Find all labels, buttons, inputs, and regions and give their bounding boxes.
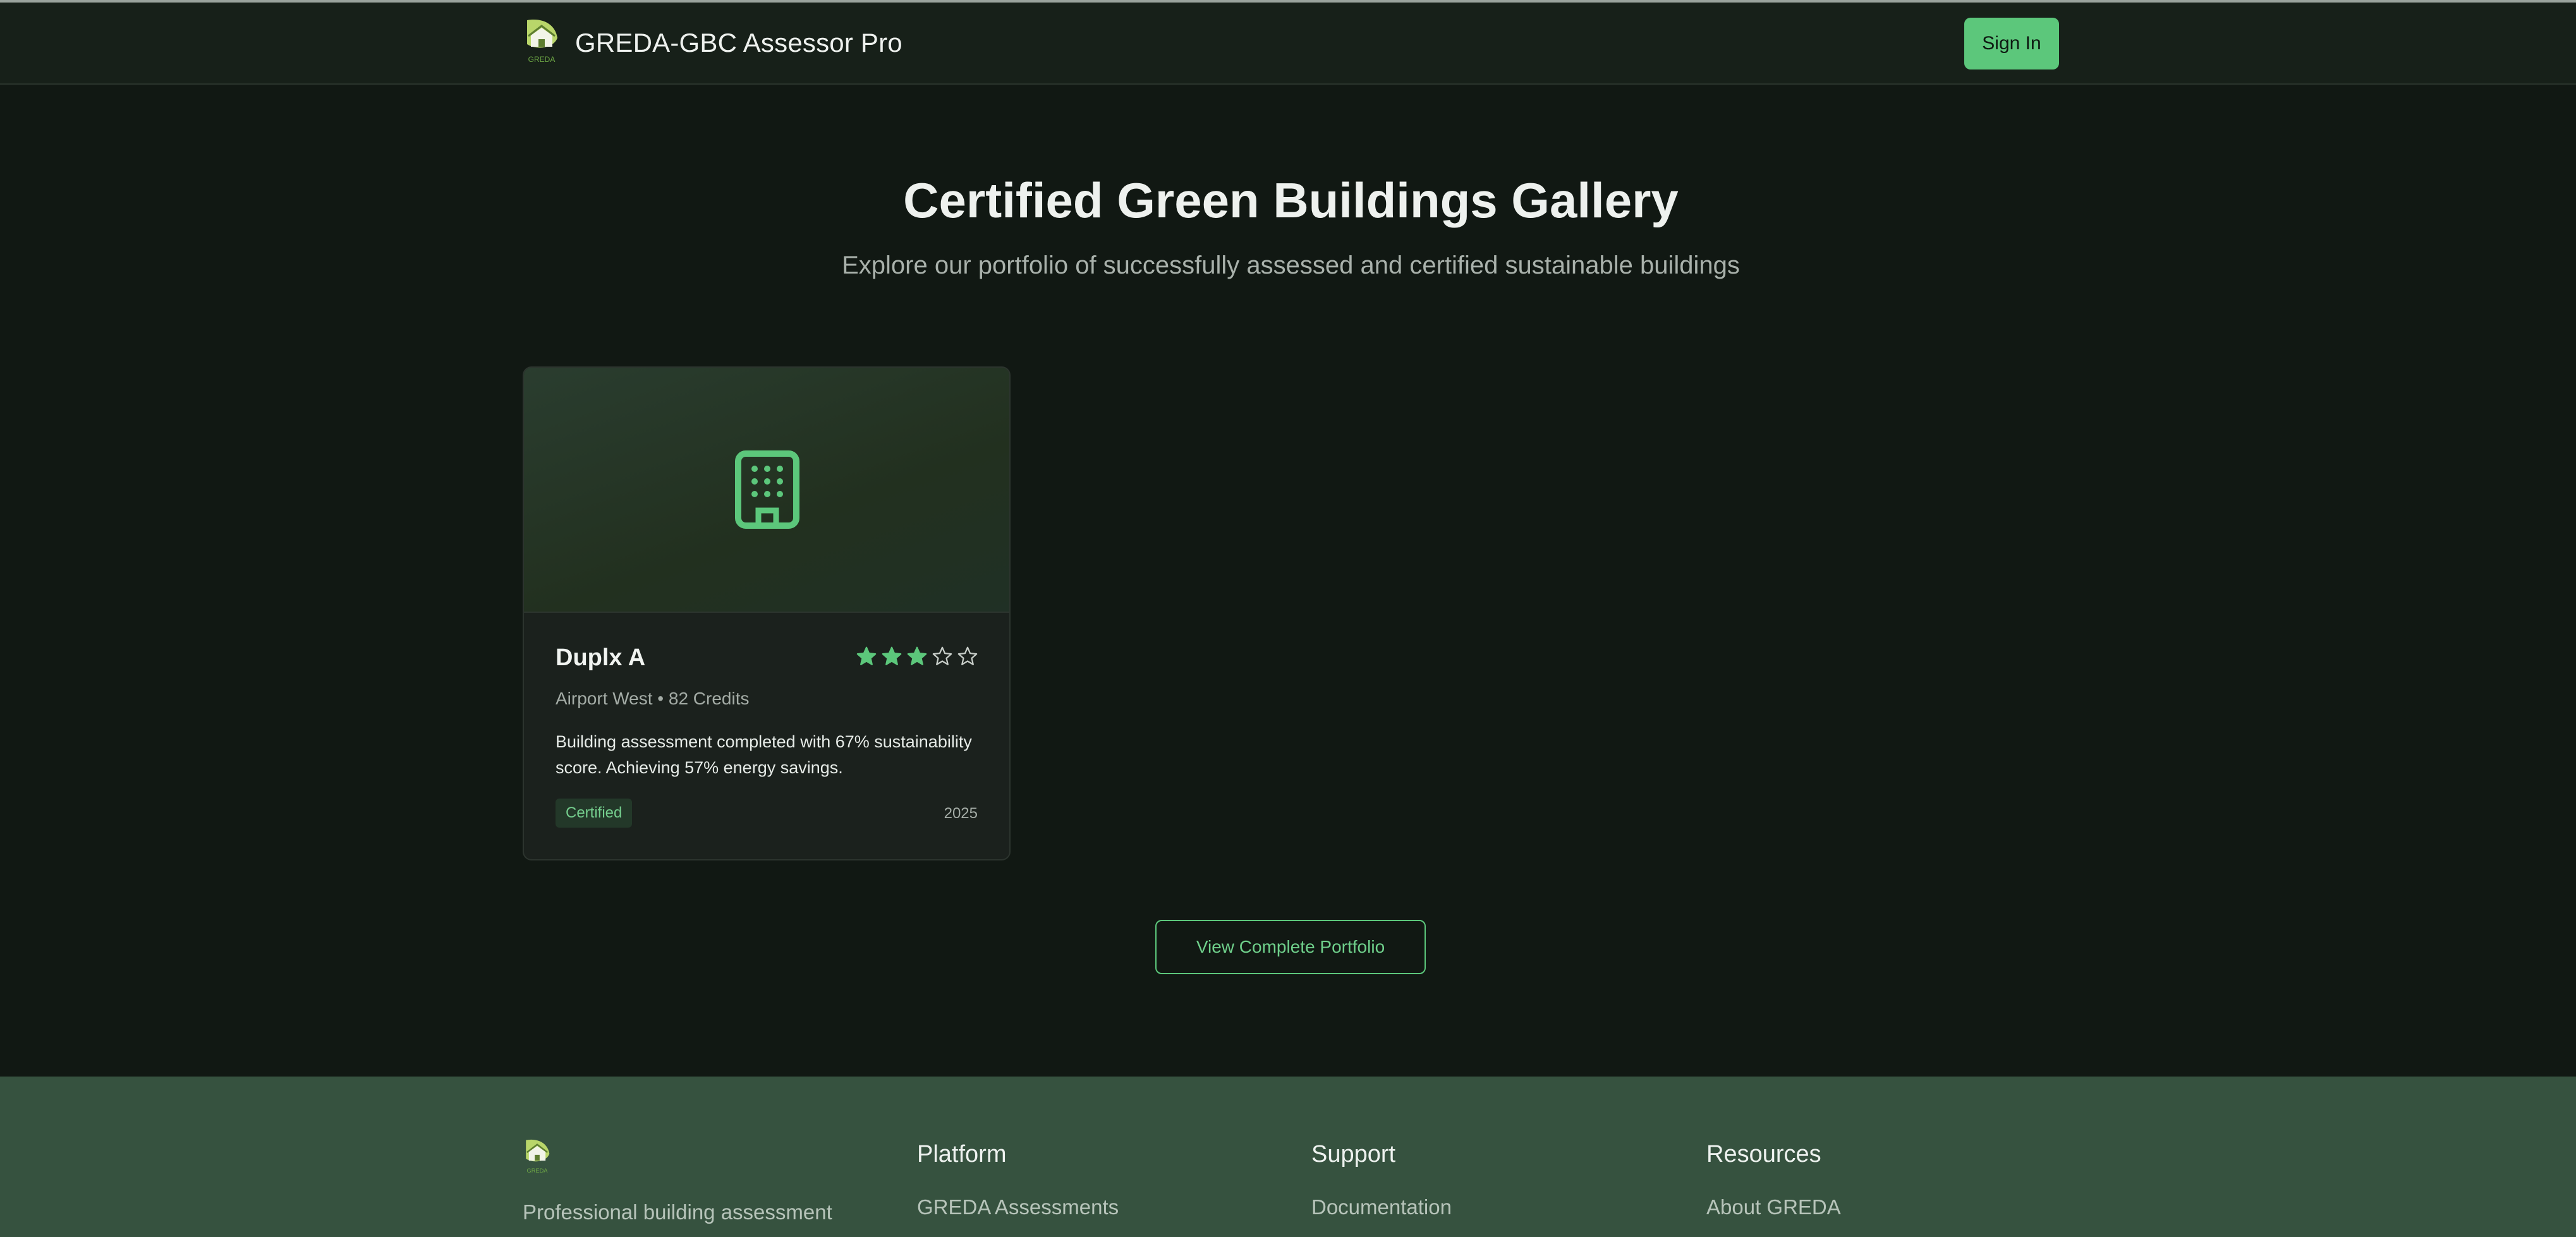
footer-logo-wordmark: GREDA — [526, 1168, 548, 1174]
greda-footer-logo-icon[interactable]: GREDA — [522, 1137, 552, 1176]
page-subtitle: Explore our portfolio of successfully as… — [842, 251, 1740, 279]
star-filled-icon — [856, 646, 877, 665]
building-card[interactable]: Duplx A Airport West • 82 Credits Buildi… — [523, 366, 1011, 860]
sign-in-button[interactable]: Sign In — [1964, 18, 2059, 69]
star-rating — [856, 646, 978, 667]
building-icon — [735, 450, 799, 529]
status-badge: Certified — [556, 799, 633, 828]
card-description: Building assessment completed with 67% s… — [556, 732, 972, 777]
footer-link-about-greda[interactable]: About GREDA — [1706, 1195, 1841, 1219]
card-title: Duplx A — [556, 644, 646, 671]
view-portfolio-button[interactable]: View Complete Portfolio — [1155, 920, 1426, 974]
footer-heading-platform: Platform — [917, 1141, 1007, 1168]
footer-heading-resources: Resources — [1706, 1141, 1821, 1168]
star-filled-icon — [882, 646, 902, 665]
footer-link-greda-assessments[interactable]: GREDA Assessments — [917, 1195, 1119, 1219]
greda-logo-icon[interactable]: GREDA — [522, 16, 561, 67]
card-meta: Airport West • 82 Credits — [556, 689, 750, 708]
card-image-area — [524, 368, 1009, 613]
footer: GREDA Professional building assessment P… — [0, 1077, 2576, 1237]
top-nav: GREDA GREDA-GBC Assessor Pro Sign In — [0, 3, 2576, 85]
card-year: 2025 — [944, 805, 978, 822]
logo-wordmark: GREDA — [528, 55, 556, 64]
footer-link-documentation[interactable]: Documentation — [1311, 1195, 1452, 1219]
footer-heading-support: Support — [1311, 1141, 1396, 1168]
star-empty-icon — [932, 646, 952, 665]
app-title[interactable]: GREDA-GBC Assessor Pro — [575, 28, 902, 58]
page-title: Certified Green Buildings Gallery — [903, 172, 1679, 228]
star-filled-icon — [907, 646, 927, 665]
star-empty-icon — [957, 646, 978, 665]
footer-tagline: Professional building assessment — [523, 1200, 832, 1224]
